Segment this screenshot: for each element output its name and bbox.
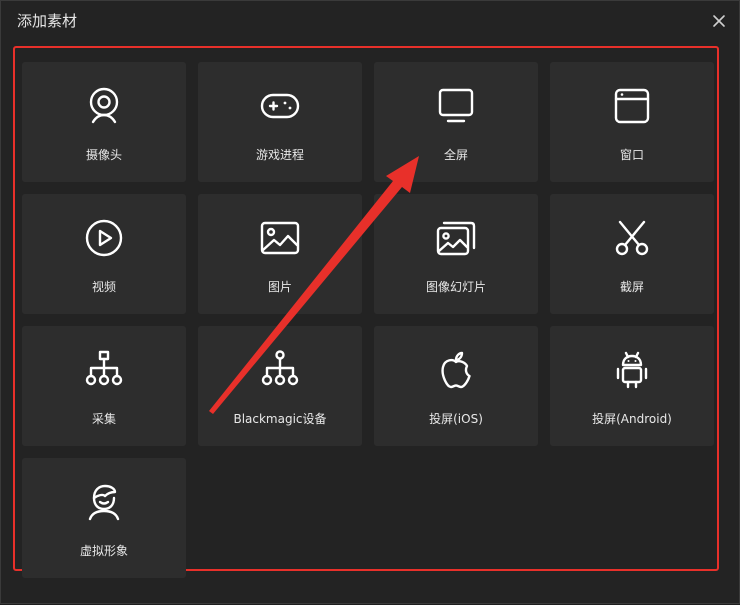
source-android-cast[interactable]: 投屏(Android) — [550, 326, 714, 446]
source-label: Blackmagic设备 — [233, 412, 327, 426]
android-icon — [612, 350, 652, 390]
source-label: 全屏 — [443, 148, 468, 162]
source-webcam[interactable]: 摄像头 — [22, 62, 186, 182]
slideshow-icon — [436, 218, 476, 258]
source-blackmagic[interactable]: Blackmagic设备 — [198, 326, 362, 446]
source-avatar[interactable]: 虚拟形象 — [22, 458, 186, 578]
source-label: 截屏 — [619, 280, 644, 294]
dialog-title: 添加素材 — [17, 12, 78, 30]
dialog-titlebar: 添加素材 — [1, 1, 739, 41]
apple-icon — [436, 350, 476, 390]
source-slideshow[interactable]: 图像幻灯片 — [374, 194, 538, 314]
source-label: 虚拟形象 — [79, 544, 128, 558]
scissors-icon — [612, 218, 652, 258]
source-label: 图片 — [267, 280, 292, 294]
gamepad-icon — [260, 86, 300, 126]
add-source-dialog: 添加素材 摄像头 游戏进程 全屏 窗口 视频 图片 图像幻灯片 截屏 采集 Bl… — [0, 0, 740, 604]
avatar-icon — [84, 482, 124, 522]
source-label: 采集 — [91, 412, 116, 426]
source-video[interactable]: 视频 — [22, 194, 186, 314]
play-icon — [84, 218, 124, 258]
source-screenshot[interactable]: 截屏 — [550, 194, 714, 314]
capture-tree-icon — [84, 350, 124, 390]
monitor-icon — [436, 86, 476, 126]
source-label: 图像幻灯片 — [425, 280, 486, 294]
source-image[interactable]: 图片 — [198, 194, 362, 314]
source-fullscreen[interactable]: 全屏 — [374, 62, 538, 182]
image-icon — [260, 218, 300, 258]
webcam-icon — [84, 86, 124, 126]
close-icon — [713, 15, 725, 27]
source-label: 投屏(iOS) — [429, 412, 483, 426]
blackmagic-tree-icon — [260, 350, 300, 390]
close-button[interactable] — [709, 11, 729, 31]
window-icon — [612, 86, 652, 126]
source-ios-cast[interactable]: 投屏(iOS) — [374, 326, 538, 446]
source-label: 视频 — [91, 280, 116, 294]
source-label: 窗口 — [619, 148, 644, 162]
source-window[interactable]: 窗口 — [550, 62, 714, 182]
source-label: 游戏进程 — [255, 148, 304, 162]
source-label: 投屏(Android) — [592, 412, 672, 426]
source-capture[interactable]: 采集 — [22, 326, 186, 446]
source-game[interactable]: 游戏进程 — [198, 62, 362, 182]
source-label: 摄像头 — [85, 148, 122, 162]
